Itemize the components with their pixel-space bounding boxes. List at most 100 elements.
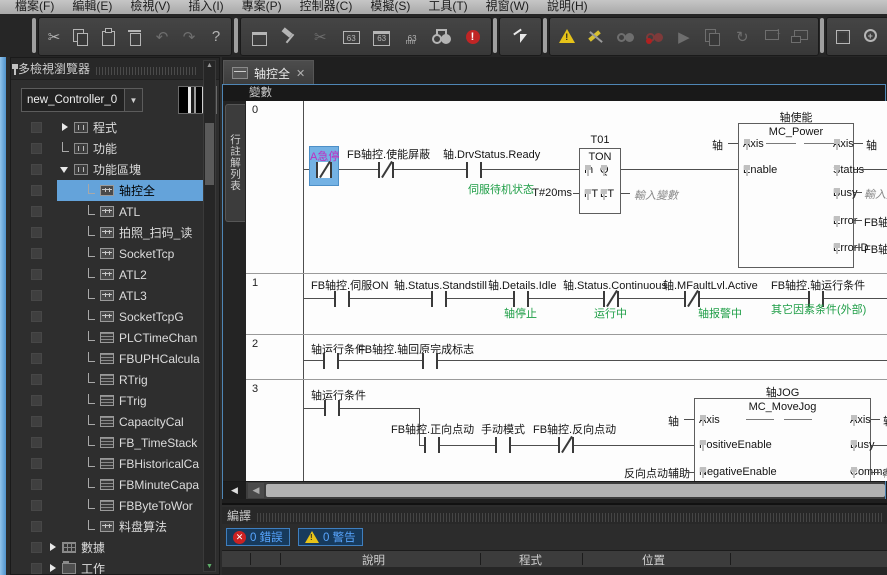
chevron-down-icon[interactable]: ▼ [124, 89, 142, 111]
negative-enable-var[interactable]: 反向点动辅助 [606, 465, 690, 481]
horizontal-scrollbar[interactable]: ◀ ◀ [223, 481, 885, 499]
tree-twist-icon[interactable] [85, 226, 98, 239]
monitor-icon[interactable] [614, 25, 638, 49]
ton-timer-block[interactable]: TON In Q PT ET [579, 148, 621, 214]
timer-et-output[interactable]: 輸入變數 [634, 187, 678, 203]
error-output-var[interactable]: FB轴控 [864, 214, 887, 230]
tree-twist-icon[interactable] [59, 121, 72, 134]
errorid-output-var[interactable]: FB轴控 [864, 241, 887, 257]
tree-item-rtrig[interactable]: RTrig [11, 369, 219, 390]
tree-item-fbhistoricalca[interactable]: FBHistoricalCa [11, 453, 219, 474]
tree-item-sockettcp[interactable]: SocketTcp [11, 243, 219, 264]
contact-nc-jog-reverse[interactable] [558, 437, 574, 453]
copy-icon[interactable] [69, 25, 93, 49]
tree-item-data[interactable]: 數據 [11, 537, 219, 558]
menu-item[interactable]: 專案(P) [233, 0, 291, 15]
close-icon[interactable]: ✕ [296, 67, 305, 80]
tree-item-tray-algorithm[interactable]: 料盘算法 [11, 516, 219, 537]
window-icon[interactable] [247, 25, 271, 49]
tree-twist-icon[interactable] [85, 373, 98, 386]
tree-item-plctimechan[interactable]: PLCTimeChan [11, 327, 219, 348]
program-mode-icon[interactable] [701, 25, 725, 49]
tree-twist-icon[interactable] [85, 268, 98, 281]
search-icon[interactable] [430, 25, 454, 49]
tree-item-axis-control[interactable]: 轴控全 [11, 180, 219, 201]
busy-output-var[interactable]: 輸入變數 [864, 186, 887, 202]
tree-twist-icon[interactable] [85, 331, 98, 344]
variables-bar[interactable]: 變數 [223, 85, 885, 102]
timer-instance-name[interactable]: T01 [579, 134, 621, 146]
rung-number[interactable]: 2 [252, 338, 258, 350]
tree-twist-icon[interactable] [85, 247, 98, 260]
controller-selector[interactable]: new_Controller_0 ▼ [21, 88, 143, 112]
transfer-to-icon[interactable] [760, 25, 784, 49]
tree-twist-icon[interactable] [85, 394, 98, 407]
tree-twist-icon[interactable] [47, 541, 60, 554]
tree-item-fb-timestack[interactable]: FB_TimeStack [11, 432, 219, 453]
column-program[interactable]: 程式 [519, 552, 542, 568]
error-list-icon[interactable] [461, 25, 485, 49]
tree-item-fbuphcalcula[interactable]: FBUPHCalcula [11, 348, 219, 369]
edit-mode-icon[interactable] [509, 25, 533, 49]
tree-twist-icon[interactable] [85, 289, 98, 302]
menu-item[interactable]: 視窗(W) [477, 0, 538, 15]
column-description[interactable]: 說明 [362, 552, 385, 568]
tree-twist-icon[interactable] [85, 415, 98, 428]
scroll-up-icon[interactable]: ▲ [205, 62, 214, 69]
tree-item-ftrig[interactable]: FTrig [11, 390, 219, 411]
tree-twist-icon[interactable] [85, 478, 98, 491]
watch-table-icon[interactable] [369, 25, 393, 49]
online-icon[interactable] [555, 25, 579, 49]
contact-no-drv-ready[interactable] [466, 162, 482, 178]
cut-icon[interactable]: ✂ [42, 25, 66, 49]
tree-twist-icon[interactable] [59, 163, 72, 176]
ladder-canvas[interactable]: 0 A急停 FB轴控.使能屏蔽 轴.DrvStatus.Ready 伺服待机状态… [246, 101, 887, 481]
tree-twist-icon[interactable] [85, 352, 98, 365]
tree-twist-icon[interactable] [85, 499, 98, 512]
tree-item-tasks[interactable]: 工作 [11, 558, 219, 574]
scrollbar-thumb[interactable] [266, 484, 885, 497]
tree-scrollbar[interactable]: ▲ ▼ [203, 60, 216, 572]
tree-twist-icon[interactable] [85, 457, 98, 470]
axis-input-var[interactable]: 轴 [712, 137, 723, 153]
contact-nc-emergency-stop[interactable] [316, 162, 332, 178]
abort-build-icon[interactable]: ✂ [308, 25, 332, 49]
build-icon[interactable] [278, 25, 302, 49]
redo-icon[interactable]: ↷ [177, 25, 201, 49]
tree-twist-icon[interactable] [47, 562, 60, 574]
mc-movejog-block[interactable]: MC_MoveJog Axis PositiveEnable NegativeE… [694, 398, 871, 481]
scroll-home-icon[interactable]: ◀ [223, 482, 246, 499]
zoom-fit-icon[interactable] [831, 25, 855, 49]
tab-axis-control[interactable]: 轴控全 ✕ [223, 60, 314, 85]
delete-icon[interactable] [123, 25, 147, 49]
axis-output-var[interactable]: 轴 [883, 413, 887, 429]
stop-monitor-icon[interactable] [643, 25, 667, 49]
run-mode-icon[interactable]: ▶ [672, 25, 696, 49]
menu-item[interactable]: 說明(H) [538, 0, 597, 15]
rung-number[interactable]: 1 [252, 277, 258, 289]
rung-number[interactable]: 3 [252, 383, 258, 395]
menu-item[interactable]: 編輯(E) [63, 0, 121, 15]
tree-item-functions[interactable]: 功能 [11, 138, 219, 159]
menu-item[interactable]: 控制器(C) [291, 0, 362, 15]
contact-no-manual-mode[interactable] [495, 437, 511, 453]
axis-input-var[interactable]: 轴 [668, 413, 679, 429]
timer-preset-value[interactable]: T#20ms [506, 187, 572, 199]
synchronize-icon[interactable]: ↻ [730, 25, 754, 49]
menu-item[interactable]: 檢視(V) [121, 0, 179, 15]
transfer-from-icon[interactable] [789, 25, 813, 49]
errors-filter-button[interactable]: ✕ 0 錯誤 [226, 528, 290, 546]
differential-monitor-icon[interactable] [400, 25, 424, 49]
scroll-down-icon[interactable]: ▼ [205, 563, 214, 570]
tree-twist-icon[interactable] [85, 436, 98, 449]
tree-item-function-blocks[interactable]: 功能區塊 [11, 159, 219, 180]
contact-no-jog-forward[interactable] [424, 437, 440, 453]
tree-item-atl[interactable]: ATL [11, 201, 219, 222]
tree-item-sockettcpg[interactable]: SocketTcpG [11, 306, 219, 327]
mc-power-block[interactable]: MC_Power Axis Enable Axis Status Busy Er… [738, 123, 854, 268]
menu-item[interactable]: 模擬(S) [361, 0, 419, 15]
tree-twist-icon[interactable] [85, 205, 98, 218]
contact-no-homing-done[interactable] [422, 353, 438, 369]
paste-icon[interactable] [96, 25, 120, 49]
offline-edit-icon[interactable] [584, 25, 608, 49]
